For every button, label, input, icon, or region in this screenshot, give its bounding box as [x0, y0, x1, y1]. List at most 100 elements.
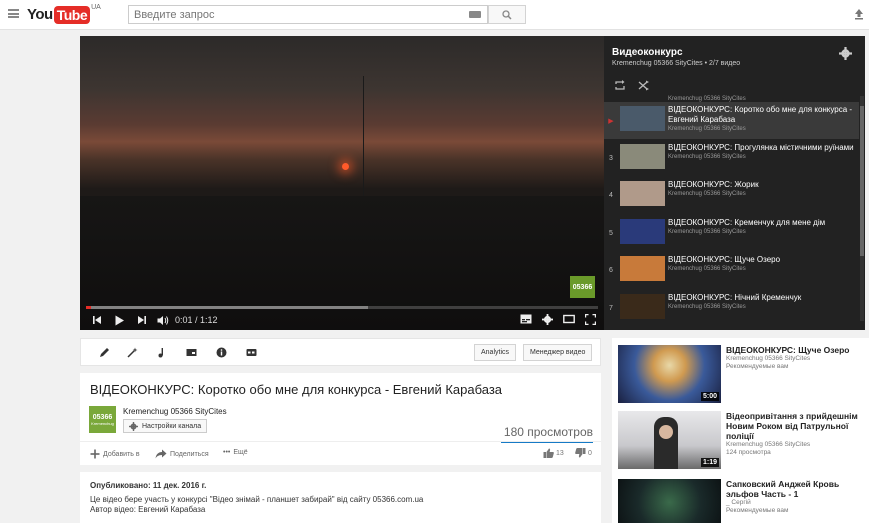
playlist-item-author: Kremenchug 05366 SityCites: [668, 266, 746, 272]
add-to-button[interactable]: Добавить в: [90, 449, 140, 459]
search-input[interactable]: [129, 6, 459, 23]
playlist-subtitle: Kremenchug 05366 SityCites • 2/7 видео: [612, 60, 741, 67]
subtitles-icon[interactable]: [520, 314, 532, 324]
playlist-settings-icon[interactable]: [839, 47, 852, 60]
related-channel: _ Сергій: [726, 499, 751, 506]
playlist-title[interactable]: Видеоконкурс: [612, 47, 683, 58]
video-frame[interactable]: 05366: [80, 36, 604, 330]
enhancements-icon[interactable]: [127, 347, 138, 358]
playlist-item-thumbnail[interactable]: [620, 106, 665, 131]
playlist-item-thumbnail[interactable]: [620, 293, 665, 319]
logo-tube-text: Tube: [53, 5, 91, 24]
theater-mode-icon[interactable]: [563, 314, 575, 324]
channel-avatar[interactable]: 05366 Kremenchug: [89, 406, 116, 433]
playlist-item-title: ВІДЕОКОНКУРС: Нічний Кременчук: [668, 292, 802, 302]
share-icon: [155, 449, 167, 459]
playlist-item-thumbnail[interactable]: [620, 181, 665, 206]
video-sun: [342, 163, 349, 170]
playlist-panel: Видеоконкурс Kremenchug 05366 SityCites …: [604, 36, 865, 330]
subtitles-cc-icon[interactable]: [246, 347, 257, 358]
video-description: Опубликовано: 11 дек. 2016 г. Це відео б…: [80, 472, 601, 523]
video-mast: [363, 76, 364, 196]
player-controls: 0:01 / 1:12: [80, 310, 604, 330]
dislike-count: 0: [588, 449, 592, 457]
channel-name[interactable]: Kremenchug 05366 SityCites: [123, 407, 227, 416]
logo-you-text: You: [27, 6, 53, 23]
loop-icon[interactable]: [614, 80, 626, 91]
related-video-item[interactable]: Сапковский Анджей Кровь эльфов Часть - 1…: [618, 479, 868, 523]
related-meta: 124 просмотра: [726, 449, 771, 456]
audio-icon[interactable]: [157, 347, 168, 358]
related-title[interactable]: Відеопривітання з прийдешнім Новим Роком…: [726, 411, 866, 441]
related-thumbnail[interactable]: [618, 479, 721, 523]
annotations-icon[interactable]: [186, 347, 197, 358]
video-player[interactable]: 05366 0:01 / 1:12: [80, 36, 604, 330]
fullscreen-icon[interactable]: [585, 314, 596, 325]
player-right-controls: [520, 314, 596, 325]
volume-icon[interactable]: [157, 315, 169, 326]
description-line-2: Автор відео: Евгений Карабаза: [90, 505, 206, 514]
logo-region: UA: [91, 4, 101, 11]
playlist-items: Kremenchug 05366 SityCites ▶ ВІДЕОКОНКУРС…: [604, 96, 865, 330]
youtube-logo[interactable]: You Tube UA: [27, 4, 101, 24]
search-box: [128, 5, 488, 24]
playlist-item-text: ВІДЕОКОНКУРС: Щуче Озеро Kremenchug 05366…: [668, 255, 856, 272]
playlist-item[interactable]: 3 ВІДЕОКОНКУРС: Прогулянка містичними руї…: [604, 140, 859, 177]
playlist-item-title: ВІДЕОКОНКУРС: Прогулянка містичними руїн…: [668, 142, 854, 152]
playlist-item-text: ВІДЕОКОНКУРС: Коротко обо мне для конкур…: [668, 105, 856, 132]
channel-settings-button[interactable]: Настройки канала: [123, 419, 208, 433]
playlist-item[interactable]: 4 ВІДЕОКОНКУРС: Жорик Kremenchug 05366 Sit…: [604, 177, 859, 214]
play-icon[interactable]: [114, 315, 125, 326]
playlist-item-author: Kremenchug 05366 SityCites: [668, 228, 746, 235]
search-button[interactable]: [488, 5, 526, 24]
related-video-item[interactable]: 5:00 ВІДЕОКОНКУРС: Щуче Озеро Kremenchug…: [618, 345, 868, 403]
playlist-item-title: ВІДЕОКОНКУРС: Щуче Озеро: [668, 255, 781, 264]
share-button[interactable]: Поделиться: [155, 449, 209, 459]
playlist-item-index: 6: [609, 267, 613, 274]
edit-icon[interactable]: [99, 347, 110, 358]
playlist-item[interactable]: 6 ВІДЕОКОНКУРС: Щуче Озеро Kremenchug 0536…: [604, 252, 859, 289]
playlist-item-title: ВІДЕОКОНКУРС: Коротко обо мне для конкур…: [668, 105, 853, 124]
info-cards-icon[interactable]: [216, 347, 227, 358]
next-icon[interactable]: [137, 315, 147, 325]
time-display: 0:01 / 1:12: [175, 315, 218, 325]
playlist-item-author: Kremenchug 05366 SityCites: [668, 153, 746, 160]
related-thumbnail[interactable]: 1:19: [618, 411, 721, 469]
playlist-item-thumbnail[interactable]: [620, 218, 665, 244]
progress-bar[interactable]: [86, 306, 598, 309]
playlist-item[interactable]: 7 ВІДЕОКОНКУРС: Нічний Кременчук Kremenchu…: [604, 290, 859, 327]
playlist-item-title: ВІДЕОКОНКУРС: Жорик: [668, 180, 759, 189]
video-info: ВІДЕОКОНКУРС: Коротко обо мне для конкур…: [80, 373, 601, 465]
playlist-item-text: ВІДЕОКОНКУРС: Нічний Кременчук Kremenchug…: [668, 293, 856, 310]
share-label: Поделиться: [170, 450, 209, 458]
related-videos: 5:00 ВІДЕОКОНКУРС: Щуче Озеро Kremenchug…: [612, 338, 869, 523]
playlist-item-thumbnail[interactable]: [620, 143, 665, 169]
channel-watermark[interactable]: 05366: [570, 276, 595, 298]
playlist-scrollbar[interactable]: [860, 96, 864, 321]
publish-date: Опубликовано: 11 дек. 2016 г.: [90, 481, 207, 490]
video-manager-button[interactable]: Менеджер видео: [523, 344, 593, 361]
previous-icon[interactable]: [92, 315, 102, 325]
playlist-item-index: ▶: [608, 118, 614, 125]
thumbs-up-icon: [543, 448, 554, 458]
upload-icon[interactable]: [852, 7, 866, 21]
shuffle-icon[interactable]: [638, 80, 650, 91]
related-text: Сапковский Анджей Кровь эльфов Часть - 1…: [726, 479, 866, 515]
analytics-button[interactable]: Analytics: [474, 344, 517, 361]
playlist-item[interactable]: 5 ВІДЕОКОНКУРС: Кременчук для мене дім Kre…: [604, 215, 859, 252]
guide-menu-icon[interactable]: [8, 9, 19, 18]
playlist-item-thumbnail[interactable]: [620, 256, 665, 281]
plus-icon: [90, 449, 100, 459]
dislike-button[interactable]: 0: [575, 448, 592, 458]
more-button[interactable]: ••• Ещё: [223, 449, 248, 456]
related-thumbnail[interactable]: 5:00: [618, 345, 721, 403]
playlist-item[interactable]: ▶ ВІДЕОКОНКУРС: Коротко обо мне для конку…: [604, 102, 859, 139]
like-button[interactable]: 13: [543, 448, 564, 458]
keyboard-icon[interactable]: [469, 11, 481, 18]
masthead: You Tube UA: [0, 0, 869, 30]
related-video-item[interactable]: 1:19 Відеопривітання з прийдешнім Новим …: [618, 411, 868, 469]
related-title[interactable]: ВІДЕОКОНКУРС: Щуче Озеро: [726, 345, 866, 355]
related-text: ВІДЕОКОНКУРС: Щуче Озеро Kremenchug 0536…: [726, 345, 866, 371]
settings-icon[interactable]: [542, 314, 553, 325]
related-title[interactable]: Сапковский Анджей Кровь эльфов Часть - 1: [726, 479, 866, 499]
